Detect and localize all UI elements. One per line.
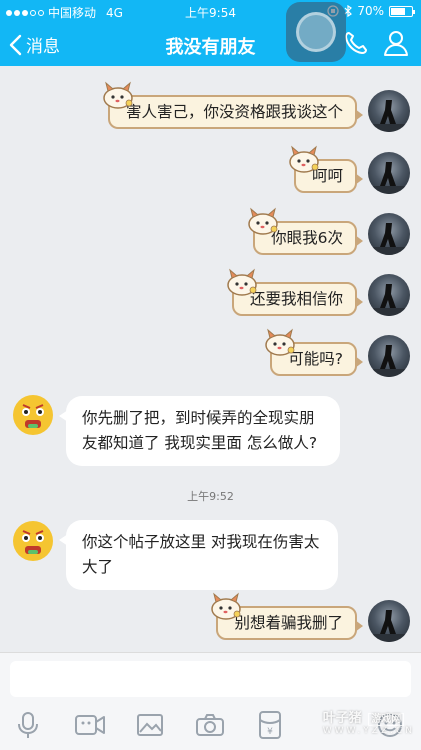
battery-icon: [389, 5, 415, 17]
input-bar: ¥ 叶子猪 游戏网 WWW.YZZ.CN: [0, 652, 421, 750]
message-text: 害人害己，你没资格跟我谈这个: [125, 103, 343, 121]
message-text: 你眼我6次: [271, 229, 343, 247]
image-icon[interactable]: [134, 709, 166, 741]
call-button[interactable]: [343, 30, 369, 60]
watermark-main: 叶子猪: [322, 711, 362, 726]
message-bubble-outgoing[interactable]: 害人害己，你没资格跟我谈这个: [103, 81, 364, 129]
video-icon[interactable]: [74, 709, 106, 741]
message-timestamp: 上午9:52: [187, 490, 234, 503]
camera-icon[interactable]: [194, 709, 226, 741]
svg-text:¥: ¥: [267, 727, 273, 737]
cat-sticker-icon: [227, 268, 257, 296]
message-bubble-outgoing[interactable]: 你眼我6次: [248, 207, 363, 255]
top-bar: 中国移动 4G 上午9:54 70% 消息 我没有朋友: [0, 0, 421, 66]
avatar-photo-icon: [368, 162, 410, 194]
avatar[interactable]: [368, 152, 410, 194]
battery-percent: 70%: [357, 4, 384, 18]
avatar[interactable]: [368, 90, 410, 132]
message-text: 别想着骗我删了: [234, 614, 343, 632]
avatar-photo-icon: [368, 610, 410, 642]
avatar-photo-icon: [368, 284, 410, 316]
cat-sticker-icon: [103, 81, 133, 109]
avatar[interactable]: [12, 520, 54, 562]
avatar[interactable]: [368, 600, 410, 642]
emoji-face-icon: [13, 395, 53, 435]
message-bubble-incoming[interactable]: 你这个帖子放这里 对我现在伤害太大了: [59, 520, 338, 590]
message-bubble-outgoing[interactable]: 还要我相信你: [227, 268, 364, 316]
message-bubble-outgoing[interactable]: 呵呵: [289, 145, 364, 193]
phone-icon: [345, 32, 367, 54]
cat-sticker-icon: [211, 592, 242, 620]
avatar[interactable]: [12, 394, 54, 436]
watermark-url: WWW.YZZ.CN: [322, 726, 415, 736]
message-text: 你先删了把，到时候弄的全现实朋友都知道了 我现实里面 怎么做人?: [82, 409, 318, 452]
red-packet-icon[interactable]: ¥: [254, 709, 286, 741]
avatar[interactable]: [368, 274, 410, 316]
cat-sticker-icon: [248, 207, 278, 235]
profile-button[interactable]: [383, 29, 409, 61]
message-text: 你这个帖子放这里 对我现在伤害太大了: [82, 533, 320, 576]
avatar-photo-icon: [368, 345, 410, 377]
message-bubble-incoming[interactable]: 你先删了把，到时候弄的全现实朋友都知道了 我现实里面 怎么做人?: [59, 396, 340, 466]
avatar[interactable]: [368, 335, 410, 377]
cat-sticker-icon: [289, 145, 319, 173]
message-bubble-outgoing[interactable]: 别想着骗我删了: [211, 592, 363, 640]
status-bar: 中国移动 4G 上午9:54 70%: [0, 0, 421, 22]
cat-sticker-icon: [265, 328, 296, 356]
watermark: 叶子猪 游戏网 WWW.YZZ.CN: [323, 707, 415, 736]
avatar[interactable]: [368, 213, 410, 255]
assistive-touch-button[interactable]: [286, 2, 346, 62]
navigation-bar: 消息 我没有朋友: [0, 22, 421, 66]
watermark-badge: 游戏网: [368, 713, 405, 726]
message-input[interactable]: [10, 661, 411, 697]
person-icon: [384, 31, 408, 56]
message-bubble-outgoing[interactable]: 可能吗?: [265, 328, 363, 376]
emoji-face-icon: [13, 521, 53, 561]
avatar-photo-icon: [368, 100, 410, 132]
microphone-icon[interactable]: [12, 709, 44, 741]
avatar-photo-icon: [368, 223, 410, 255]
message-text: 还要我相信你: [249, 290, 343, 308]
